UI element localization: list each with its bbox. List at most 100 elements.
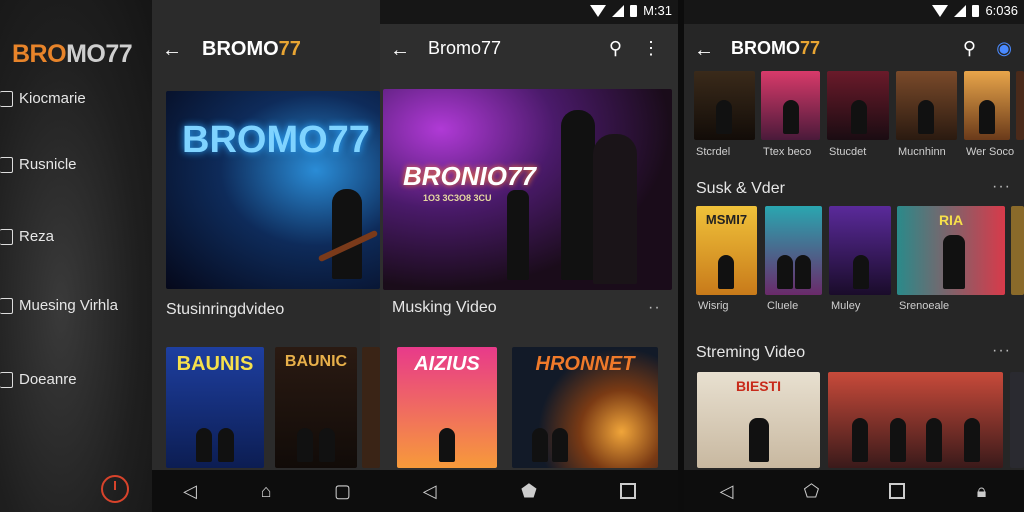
- drawer-item-2[interactable]: Rusnicle: [0, 156, 77, 173]
- video-thumb[interactable]: [896, 71, 957, 140]
- lock-icon[interactable]: 🔒︎: [974, 482, 990, 500]
- back-arrow-icon[interactable]: ←: [694, 39, 714, 62]
- drawer-logo: BROMO77: [12, 40, 133, 68]
- menu-item-icon: [0, 297, 13, 314]
- drawer-item-1[interactable]: Kiocmarie: [0, 90, 86, 107]
- search-icon[interactable]: ⚲: [963, 38, 976, 59]
- profile-icon[interactable]: ◉: [996, 38, 1012, 59]
- back-nav-icon[interactable]: ◁: [719, 482, 735, 500]
- video-thumb[interactable]: MSMI7: [696, 206, 757, 295]
- performer-figure: [926, 418, 942, 462]
- video-thumb[interactable]: [761, 71, 820, 140]
- app-bar: ← Bromo77 ⚲ ⋮: [380, 24, 678, 76]
- video-thumb[interactable]: [765, 206, 822, 295]
- status-bar: 6:036: [684, 0, 1024, 24]
- section-title: Susk & Vder: [696, 180, 785, 197]
- thumb-caption: Mucnhinn: [898, 146, 946, 158]
- system-nav-bar: ◁ ⬟: [380, 470, 678, 512]
- thumb-caption: Ttex beco: [763, 146, 812, 158]
- section-title: Stusinringdvideo: [166, 301, 285, 318]
- home-nav-icon[interactable]: ⬟: [521, 482, 537, 500]
- performer-figure: [777, 255, 793, 289]
- battery-icon: [972, 4, 980, 17]
- video-thumb[interactable]: [694, 71, 755, 140]
- performer-figure: [319, 428, 335, 462]
- video-thumb[interactable]: [964, 71, 1010, 140]
- status-bar: M:31: [380, 0, 678, 24]
- drawer-item-4[interactable]: Muesing Virhla: [0, 297, 118, 314]
- app-bar: ← BROMO77: [152, 24, 380, 76]
- video-thumb[interactable]: BAUNIC: [275, 347, 357, 468]
- drawer-item-3[interactable]: Reza: [0, 228, 54, 245]
- menu-item-icon: [0, 371, 13, 388]
- performer-figure: [532, 428, 548, 462]
- video-thumb[interactable]: AIZIUS: [397, 347, 497, 468]
- recents-nav-icon[interactable]: [888, 483, 905, 499]
- system-nav-bar: ◁ ⬠ 🔒︎: [684, 470, 1024, 512]
- performer-figure: [297, 428, 313, 462]
- section-title: Streming Video: [696, 344, 806, 361]
- performer-figure: [716, 100, 732, 134]
- more-icon[interactable]: ···: [992, 342, 1011, 360]
- hero-banner[interactable]: BROMO77: [166, 91, 380, 289]
- video-thumb[interactable]: [829, 206, 891, 295]
- thumb-caption: Wisrig: [698, 300, 729, 312]
- video-thumb[interactable]: [827, 71, 889, 140]
- video-thumb-partial[interactable]: [1016, 71, 1024, 140]
- video-thumb[interactable]: BIESTI: [697, 372, 820, 468]
- signal-icon: [612, 4, 625, 17]
- video-thumb-partial[interactable]: [362, 347, 380, 468]
- performer-figure: [979, 100, 995, 134]
- performer-figure: [853, 255, 869, 289]
- phone-screen-2: M:31 ← Bromo77 ⚲ ⋮ BRONIO77 1O3 3C3O8 3C…: [380, 0, 678, 512]
- drawer-item-5[interactable]: Doeanre: [0, 371, 77, 388]
- performer-figure: [196, 428, 212, 462]
- app-title: Bromo77: [428, 38, 502, 58]
- back-nav-icon[interactable]: ◁: [182, 482, 198, 500]
- thumb-caption: Srenoeale: [899, 300, 950, 312]
- video-thumb[interactable]: BAUNIS: [166, 347, 264, 468]
- video-thumb[interactable]: HRONNET: [512, 347, 658, 468]
- back-arrow-icon[interactable]: ←: [162, 39, 182, 62]
- singer-figure: [593, 134, 637, 284]
- home-nav-icon[interactable]: ⬠: [804, 482, 820, 500]
- video-thumb[interactable]: [828, 372, 1003, 468]
- video-thumb-partial[interactable]: [1010, 372, 1024, 468]
- more-icon[interactable]: ··: [648, 299, 661, 317]
- navigation-drawer: BROMO77 Kiocmarie Rusnicle Reza Muesing …: [0, 0, 152, 512]
- recents-nav-icon[interactable]: [620, 483, 637, 499]
- performer-figure: [852, 418, 868, 462]
- video-thumb-partial[interactable]: [1011, 206, 1024, 295]
- section-title: Musking Video: [392, 299, 497, 316]
- status-time: M:31: [643, 3, 672, 18]
- back-nav-icon[interactable]: ◁: [422, 482, 438, 500]
- thumb-caption: Cluele: [767, 300, 799, 312]
- clock-icon[interactable]: [101, 475, 129, 503]
- recents-nav-icon[interactable]: ▢: [334, 482, 351, 500]
- performer-figure: [918, 100, 934, 134]
- performer-figure: [218, 428, 234, 462]
- app-title: BROMO77: [202, 38, 301, 60]
- wifi-icon: [590, 4, 607, 17]
- thumb-caption: Muley: [831, 300, 861, 312]
- search-icon[interactable]: ⚲: [609, 38, 622, 59]
- phone-screen-1: ← BROMO77 BROMO77 Stusinringdvideo BAUNI…: [152, 0, 380, 512]
- more-vert-icon[interactable]: ⋮: [642, 38, 660, 59]
- app-title: BROMO77: [731, 38, 821, 58]
- performer-figure: [552, 428, 568, 462]
- thumb-caption: Wer Soco: [966, 146, 1015, 158]
- home-nav-icon[interactable]: ⌂: [258, 482, 274, 500]
- battery-icon: [630, 4, 638, 17]
- status-time: 6:036: [985, 3, 1018, 18]
- performer-figure: [783, 100, 799, 134]
- back-arrow-icon[interactable]: ←: [390, 39, 410, 62]
- hero-banner[interactable]: BRONIO77 1O3 3C3O8 3CU: [383, 89, 672, 290]
- wifi-icon: [932, 4, 949, 17]
- performer-figure: [561, 110, 595, 280]
- performer-figure: [890, 418, 906, 462]
- video-thumb[interactable]: RIA: [897, 206, 1005, 295]
- system-nav-bar: ◁ ⌂ ▢: [152, 470, 380, 512]
- performer-figure: [718, 255, 734, 289]
- thumb-caption: Stcrdel: [696, 146, 731, 158]
- more-icon[interactable]: ···: [992, 178, 1011, 196]
